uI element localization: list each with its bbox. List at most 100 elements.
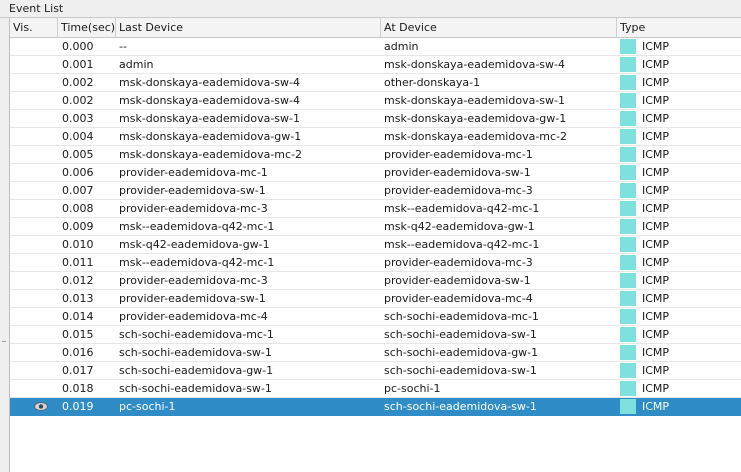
last-device-cell: -- [119, 40, 127, 53]
at-device-cell: sch-sochi-eademidova-sw-1 [384, 328, 537, 341]
table-row[interactable]: 0.018 sch-sochi-eademidova-sw-1 pc-sochi-1… [10, 380, 741, 398]
table-row[interactable]: 0.013 provider-eademidova-sw-1 provider-ea… [10, 290, 741, 308]
at-device-cell: sch-sochi-eademidova-sw-1 [384, 400, 537, 413]
at-device-cell: msk--eademidova-q42-mc-1 [384, 238, 540, 251]
column-header-vis[interactable]: Vis. [10, 18, 58, 37]
type-color-swatch [620, 255, 636, 270]
at-device-cell: provider-eademidova-sw-1 [384, 274, 531, 287]
type-label: ICMP [642, 202, 670, 215]
table-row[interactable]: 0.004 msk-donskaya-eademidova-gw-1 msk-don… [10, 128, 741, 146]
visibility-cell[interactable] [10, 362, 58, 379]
visibility-cell[interactable] [10, 254, 58, 271]
column-header-at-device[interactable]: At Device [381, 18, 617, 37]
visibility-cell[interactable] [10, 218, 58, 235]
column-header-type[interactable]: Type [617, 18, 741, 37]
table-row[interactable]: 0.016 sch-sochi-eademidova-sw-1 sch-sochi-… [10, 344, 741, 362]
splitter-handle[interactable] [2, 341, 6, 342]
time-cell: 0.010 [62, 238, 94, 251]
last-device-cell: provider-eademidova-mc-3 [119, 202, 268, 215]
event-table: Vis. Time(sec) Last Device At Device Typ… [9, 18, 741, 472]
time-cell: 0.002 [62, 94, 94, 107]
type-label: ICMP [642, 220, 670, 233]
type-cell: ICMP [620, 272, 741, 289]
visibility-cell[interactable] [10, 326, 58, 343]
type-cell: ICMP [620, 146, 741, 163]
table-row[interactable]: 0.017 sch-sochi-eademidova-gw-1 sch-sochi-… [10, 362, 741, 380]
last-device-cell: msk-donskaya-eademidova-sw-4 [119, 94, 300, 107]
last-device-cell: sch-sochi-eademidova-mc-1 [119, 328, 274, 341]
visibility-cell[interactable] [10, 272, 58, 289]
column-header-time[interactable]: Time(sec) [58, 18, 116, 37]
at-device-cell: provider-eademidova-mc-3 [384, 184, 533, 197]
type-label: ICMP [642, 58, 670, 71]
table-row[interactable]: 0.012 provider-eademidova-mc-3 provider-ea… [10, 272, 741, 290]
visibility-cell[interactable] [10, 236, 58, 253]
at-device-cell: provider-eademidova-mc-3 [384, 256, 533, 269]
visibility-cell[interactable] [10, 146, 58, 163]
type-cell: ICMP [620, 110, 741, 127]
time-cell: 0.009 [62, 220, 94, 233]
visibility-cell[interactable] [10, 56, 58, 73]
type-color-swatch [620, 327, 636, 342]
type-label: ICMP [642, 40, 670, 53]
table-row[interactable]: 0.019 pc-sochi-1 sch-sochi-eademidova-sw-1… [10, 398, 741, 416]
at-device-cell: msk--eademidova-q42-mc-1 [384, 202, 540, 215]
column-header-last-device[interactable]: Last Device [116, 18, 381, 37]
table-row[interactable]: 0.000 -- admin ICMP [10, 38, 741, 56]
type-label: ICMP [642, 346, 670, 359]
type-cell: ICMP [620, 200, 741, 217]
table-row[interactable]: 0.005 msk-donskaya-eademidova-mc-2 provide… [10, 146, 741, 164]
visibility-cell[interactable] [10, 128, 58, 145]
at-device-cell: msk-donskaya-eademidova-mc-2 [384, 130, 568, 143]
visibility-cell[interactable] [10, 74, 58, 91]
table-row[interactable]: 0.001 admin msk-donskaya-eademidova-sw-4 IC… [10, 56, 741, 74]
visibility-cell[interactable] [10, 38, 58, 55]
at-device-cell: msk-donskaya-eademidova-sw-1 [384, 94, 565, 107]
table-row[interactable]: 0.014 provider-eademidova-mc-4 sch-sochi-e… [10, 308, 741, 326]
visibility-cell[interactable] [10, 92, 58, 109]
table-row[interactable]: 0.015 sch-sochi-eademidova-mc-1 sch-sochi-… [10, 326, 741, 344]
visibility-cell[interactable] [10, 182, 58, 199]
time-cell: 0.004 [62, 130, 94, 143]
table-header: Vis. Time(sec) Last Device At Device Typ… [10, 18, 741, 38]
time-cell: 0.006 [62, 166, 94, 179]
visibility-cell[interactable] [10, 380, 58, 397]
type-color-swatch [620, 165, 636, 180]
last-device-cell: admin [119, 58, 154, 71]
left-splitter[interactable] [0, 18, 9, 472]
table-row[interactable]: 0.010 msk-q42-eademidova-gw-1 msk--eademid… [10, 236, 741, 254]
table-row[interactable]: 0.009 msk--eademidova-q42-mc-1 msk-q42-ead… [10, 218, 741, 236]
last-device-cell: provider-eademidova-sw-1 [119, 184, 266, 197]
type-cell: ICMP [620, 308, 741, 325]
table-row[interactable]: 0.002 msk-donskaya-eademidova-sw-4 other-d… [10, 74, 741, 92]
table-row[interactable]: 0.007 provider-eademidova-sw-1 provider-ea… [10, 182, 741, 200]
table-row[interactable]: 0.008 provider-eademidova-mc-3 msk--eademi… [10, 200, 741, 218]
table-row[interactable]: 0.002 msk-donskaya-eademidova-sw-4 msk-don… [10, 92, 741, 110]
type-label: ICMP [642, 400, 670, 413]
at-device-cell: msk-q42-eademidova-gw-1 [384, 220, 535, 233]
visibility-cell[interactable] [10, 110, 58, 127]
table-row[interactable]: 0.003 msk-donskaya-eademidova-sw-1 msk-don… [10, 110, 741, 128]
visibility-cell[interactable] [10, 200, 58, 217]
type-cell: ICMP [620, 74, 741, 91]
visibility-cell[interactable] [10, 308, 58, 325]
type-cell: ICMP [620, 38, 741, 55]
time-cell: 0.017 [62, 364, 94, 377]
visibility-cell[interactable] [10, 164, 58, 181]
type-color-swatch [620, 57, 636, 72]
time-cell: 0.000 [62, 40, 94, 53]
type-color-swatch [620, 201, 636, 216]
visibility-cell[interactable] [10, 344, 58, 361]
type-cell: ICMP [620, 362, 741, 379]
type-cell: ICMP [620, 236, 741, 253]
visibility-cell[interactable] [10, 290, 58, 307]
type-cell: ICMP [620, 326, 741, 343]
visibility-cell[interactable] [10, 398, 58, 415]
eye-icon[interactable] [34, 402, 48, 411]
table-row[interactable]: 0.011 msk--eademidova-q42-mc-1 provider-ea… [10, 254, 741, 272]
type-color-swatch [620, 363, 636, 378]
table-row[interactable]: 0.006 provider-eademidova-mc-1 provider-ea… [10, 164, 741, 182]
time-cell: 0.003 [62, 112, 94, 125]
type-color-swatch [620, 183, 636, 198]
type-cell: ICMP [620, 344, 741, 361]
